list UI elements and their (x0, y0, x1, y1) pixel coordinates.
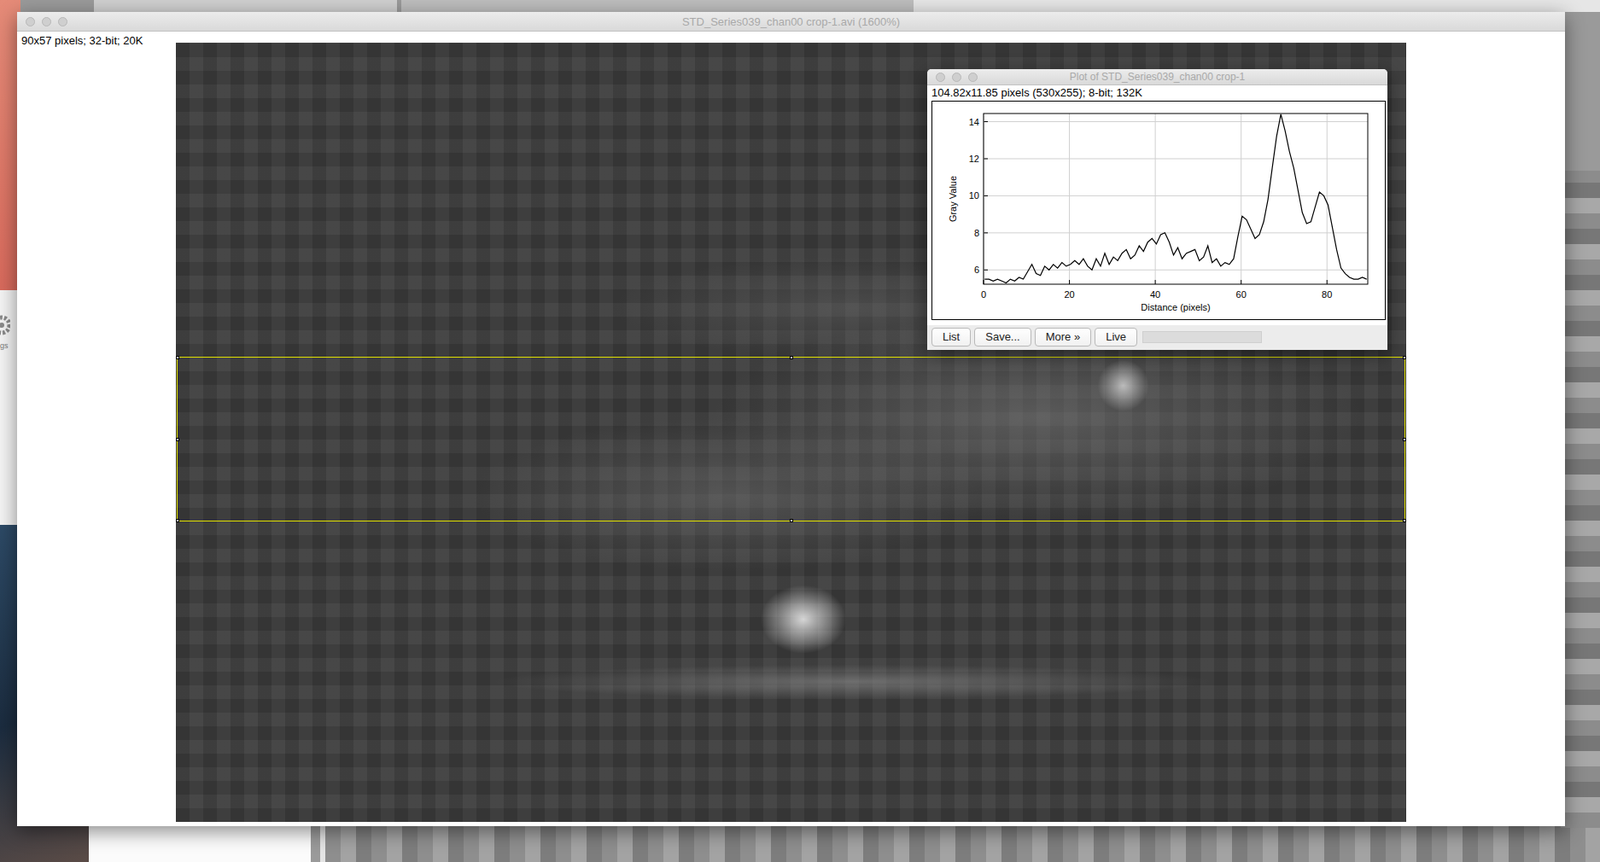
tick-mark (1326, 280, 1328, 285)
x-tick-label: 0 (981, 289, 987, 300)
x-tick-label: 20 (1063, 289, 1075, 300)
window-title: STD_Series039_chan00 crop-1.avi (1600%) (17, 15, 1565, 29)
grid-line (1068, 113, 1070, 285)
tick-mark (983, 121, 988, 123)
plot-button[interactable]: Save... (974, 327, 1031, 347)
window-controls (927, 72, 978, 82)
title-bar: Plot of STD_Series039_chan00 crop-1 (927, 69, 1388, 86)
zoom-button[interactable] (58, 17, 68, 27)
plot-button[interactable]: List (931, 327, 971, 347)
close-button[interactable] (25, 17, 36, 27)
y-tick-label: 10 (969, 190, 980, 201)
x-tick-label: 80 (1321, 289, 1332, 300)
gear-icon-body (0, 317, 10, 333)
minimize-button[interactable] (41, 17, 52, 27)
grid-line (1155, 113, 1157, 285)
background-window (401, 0, 923, 12)
plot-info: 104.82x11.85 pixels (530x255); 8-bit; 13… (927, 85, 1388, 100)
roi-handle[interactable] (789, 519, 794, 523)
profile-chart: 6 8 10 12 14 0 20 40 60 80 Distance (pixels) Gray V… (931, 100, 1386, 321)
grid-line (983, 121, 1368, 123)
roi-handle[interactable] (1402, 519, 1407, 523)
tick-mark (1240, 280, 1242, 285)
roi-handle[interactable] (789, 356, 794, 360)
background-window (913, 0, 1600, 12)
minimize-button[interactable] (951, 72, 962, 82)
gear-icon[interactable] (0, 312, 11, 339)
y-tick-label: 6 (974, 264, 980, 275)
tick-mark (983, 195, 988, 197)
y-axis-label: Gray Value (947, 175, 958, 222)
plot-button[interactable]: More » (1034, 327, 1092, 347)
y-tick-label: 12 (969, 153, 980, 164)
window-title: Plot of STD_Series039_chan00 crop-1 (927, 70, 1388, 83)
window-controls (17, 17, 68, 27)
tick-mark (983, 269, 988, 271)
roi-handle[interactable] (175, 437, 180, 442)
plot-button[interactable]: Live (1094, 327, 1138, 347)
x-tick-label: 40 (1150, 289, 1161, 300)
background-image-window (1560, 170, 1600, 829)
zoom-button[interactable] (968, 72, 978, 82)
grid-line (983, 195, 1368, 197)
x-tick-label: 60 (1236, 289, 1247, 300)
roi-handle[interactable] (1402, 356, 1407, 360)
x-axis-label: Distance (pixels) (1140, 302, 1210, 313)
app-label: gs (0, 341, 9, 351)
plot-frame (983, 113, 1368, 285)
tick-mark (983, 232, 988, 234)
grid-line (1326, 113, 1328, 285)
y-tick-label: 14 (969, 116, 980, 128)
progress-track (1142, 331, 1262, 344)
image-info: 90x57 pixels; 32-bit; 20K (21, 34, 143, 47)
roi-handle[interactable] (175, 519, 180, 523)
roi-selection[interactable] (176, 356, 1406, 522)
plot-area: 6 8 10 12 14 0 20 40 60 80 Distance (pixels) Gray V… (927, 99, 1388, 326)
title-bar: STD_Series039_chan00 crop-1.avi (1600%) (17, 11, 1565, 32)
profile-line (984, 114, 1367, 284)
grid-line (983, 232, 1368, 234)
grid-line (1240, 113, 1242, 285)
close-button[interactable] (935, 72, 946, 82)
roi-handle[interactable] (1402, 437, 1407, 442)
y-tick-label: 8 (974, 227, 980, 239)
background-window (93, 0, 398, 12)
plot-window: Plot of STD_Series039_chan00 crop-1 104.8… (927, 69, 1388, 351)
tick-mark (1068, 280, 1070, 285)
button-row: ListSave...More »Live (927, 325, 1388, 350)
gear-icon-hub (0, 322, 5, 328)
tick-mark (983, 157, 988, 159)
grid-line (983, 269, 1368, 271)
roi-handle[interactable] (175, 356, 180, 360)
grid-line (983, 157, 1368, 159)
tick-mark (1155, 280, 1157, 285)
